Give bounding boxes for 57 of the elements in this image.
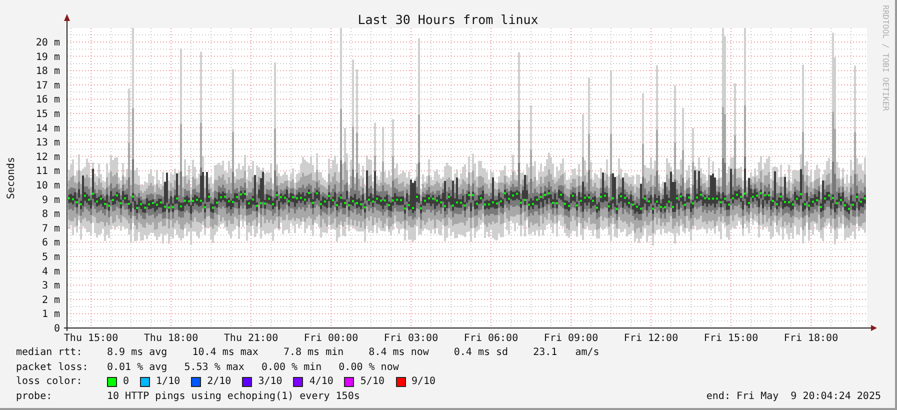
stat-value: 0.4 ms sd [454, 346, 508, 360]
x-tick-label: Thu 15:00 [64, 333, 118, 344]
y-tick-label: 3 m [42, 280, 60, 292]
swatch-label: 4/10 [309, 375, 334, 389]
y-tick-label: 20 m [36, 38, 60, 48]
legend-label: loss color: [16, 375, 84, 389]
y-tick-label: 10 m [36, 180, 60, 192]
swatch-label: 2/10 [207, 375, 232, 389]
x-tick-label: Thu 21:00 [224, 333, 278, 344]
y-tick-label: 17 m [36, 80, 60, 92]
y-tick-label: 13 m [36, 138, 60, 149]
end-time: end: Fri May 9 20:04:24 2025 [706, 390, 881, 404]
stat-value: 23.1 am/s [533, 346, 600, 360]
stat-value: 7.8 ms min [283, 346, 344, 360]
swatch-label: 0 [123, 375, 130, 389]
stat-value: 5.53 % max [184, 360, 244, 374]
y-tick-label: 12 m [36, 152, 60, 163]
swatch-label: 1/10 [156, 375, 180, 389]
legend-label: median rtt: [16, 346, 84, 360]
x-tick-label: Fri 15:00 [704, 333, 758, 344]
stat-value: 0.01 % avg [107, 360, 168, 374]
legend-label: probe: [16, 390, 54, 404]
stat-value: 0.00 % min [261, 360, 322, 374]
y-tick-label: 6 m [42, 238, 60, 249]
stat-value: 8.4 ms now [368, 346, 429, 360]
y-tick-label: 7 m [42, 223, 60, 234]
x-tick-label: Thu 18:00 [144, 333, 198, 344]
y-tick-label: 19 m [36, 52, 60, 63]
x-tick-label: Fri 00:00 [304, 333, 358, 344]
credit-text: RRDTOOL / TOBI OETIKER [881, 5, 890, 111]
y-tick-label: 11 m [36, 166, 60, 178]
probe-description: 10 HTTP pings using echoping(1) every 150s [107, 390, 360, 404]
stat-value: 8.9 ms avg [107, 346, 168, 360]
y-tick-label: 5 m [42, 252, 60, 263]
swatch-label: 9/10 [412, 375, 436, 389]
y-tick-label: 8 m [42, 209, 60, 220]
x-tick-label: Fri 12:00 [624, 333, 678, 344]
swatch-label: 3/10 [258, 375, 282, 389]
y-tick-label: 15 m [36, 109, 60, 120]
y-tick-label: 9 m [42, 194, 60, 206]
axis-label: Seconds [6, 156, 17, 200]
y-tick-label: 14 m [36, 123, 60, 134]
x-tick-label: Fri 09:00 [544, 333, 598, 344]
y-tick-label: 4 m [42, 266, 60, 278]
swatch-label: 5/10 [360, 375, 384, 389]
y-tick-label: 16 m [36, 94, 60, 106]
y-tick-label: 1 m [42, 309, 60, 320]
stat-value: 0.00 % now [338, 360, 399, 374]
x-tick-label: Fri 03:00 [384, 333, 438, 344]
y-tick-label: 2 m [42, 294, 60, 306]
y-tick-label: 18 m [36, 66, 60, 78]
x-tick-label: Fri 06:00 [464, 333, 518, 344]
chart-title: Last 30 Hours from linux [358, 12, 538, 27]
stat-value: 10.4 ms max [192, 346, 258, 360]
x-tick-label: Fri 18:00 [784, 333, 838, 344]
legend-label: packet loss: [16, 360, 90, 374]
y-tick-label: 0 [54, 324, 60, 334]
